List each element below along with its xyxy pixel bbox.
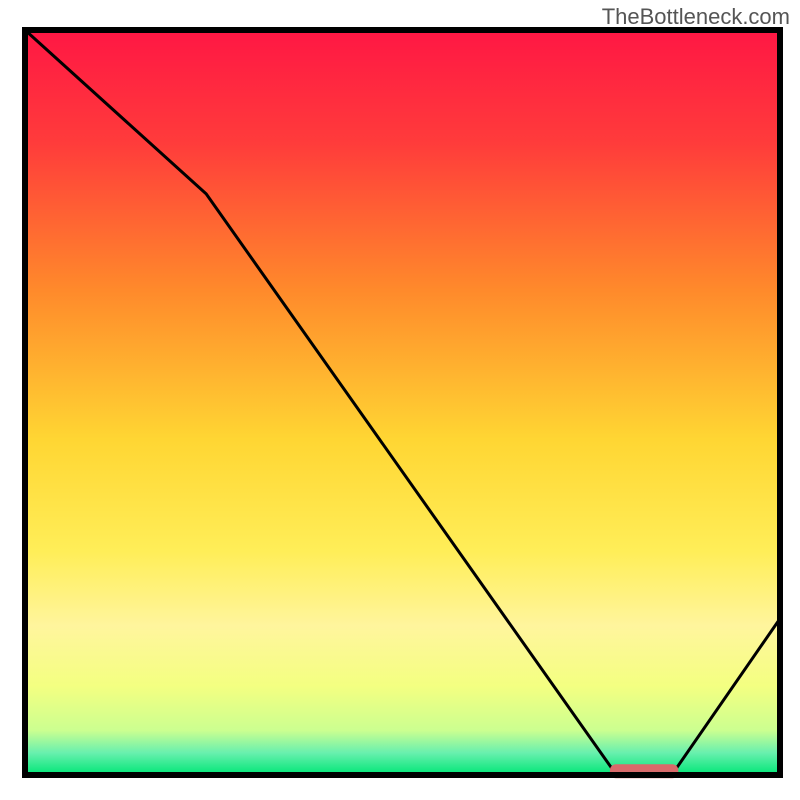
chart-svg bbox=[0, 0, 800, 800]
gradient-background bbox=[25, 30, 780, 775]
chart-container: TheBottleneck.com bbox=[0, 0, 800, 800]
watermark-text: TheBottleneck.com bbox=[602, 4, 790, 30]
plot-area bbox=[25, 30, 780, 778]
